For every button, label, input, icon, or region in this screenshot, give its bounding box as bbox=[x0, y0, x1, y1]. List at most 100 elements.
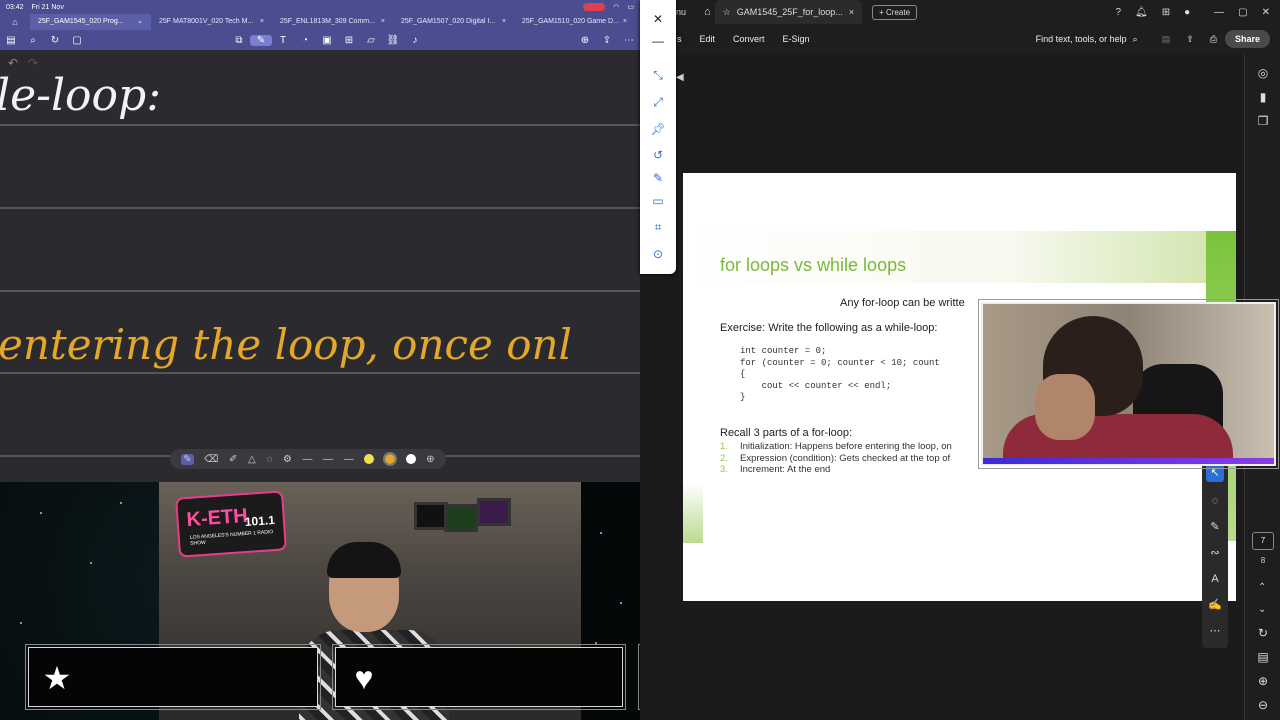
search-icon[interactable]: ⌕ bbox=[22, 35, 44, 46]
close-icon[interactable]: × bbox=[502, 14, 506, 30]
close-icon[interactable]: ✕ bbox=[648, 10, 668, 28]
tab-document[interactable]: ☆ GAM1545_25F_for_loop... × bbox=[714, 0, 863, 24]
minimize-icon[interactable]: — bbox=[1214, 7, 1224, 18]
prev-page-icon[interactable]: ⌃ bbox=[1258, 582, 1266, 593]
color-yellow-icon[interactable] bbox=[364, 454, 375, 464]
tab-doc-4[interactable]: 25F_GAM1507_020 Digital I... × bbox=[393, 14, 514, 30]
expand-icon[interactable]: ⤢ bbox=[648, 93, 668, 111]
home-icon[interactable]: ⌂ bbox=[0, 17, 30, 27]
eraser-icon[interactable]: ⌫ bbox=[204, 454, 218, 465]
bookmark-icon[interactable]: ▢ bbox=[66, 35, 88, 46]
slide-exercise: Exercise: Write the following as a while… bbox=[720, 322, 938, 334]
close-icon[interactable]: × bbox=[623, 14, 627, 30]
undo-icon[interactable]: ↺ bbox=[648, 146, 668, 164]
highlighter-icon[interactable]: ✐ bbox=[229, 454, 237, 465]
sign-icon[interactable]: ✍ bbox=[1206, 596, 1224, 614]
ruled-line bbox=[0, 372, 640, 374]
page-number-input[interactable]: 7 bbox=[1252, 532, 1274, 550]
home-icon[interactable]: ⌂ bbox=[704, 6, 711, 18]
rotate-icon[interactable]: ↻ bbox=[1253, 626, 1273, 644]
tab-doc-3[interactable]: 25F_ENL1813M_309 Comm... × bbox=[272, 14, 393, 30]
pencil-icon[interactable]: ✎ bbox=[648, 169, 668, 187]
scan-icon[interactable]: ⧉ bbox=[228, 35, 250, 46]
elements-icon[interactable]: ⊞ bbox=[338, 35, 360, 46]
link-icon[interactable]: ⛓ bbox=[382, 35, 404, 46]
laser-icon[interactable]: ⚙ bbox=[283, 454, 292, 465]
shapes-icon[interactable]: ◔ bbox=[294, 35, 316, 46]
shrink-icon[interactable]: ⤡ bbox=[648, 66, 668, 84]
menu-item-edit[interactable]: Edit bbox=[691, 34, 725, 44]
pen-mode-icon[interactable]: ✎ bbox=[250, 34, 272, 46]
draw-icon[interactable]: ∾ bbox=[1206, 544, 1224, 562]
maximize-icon[interactable]: ▢ bbox=[1238, 7, 1247, 18]
star-dot bbox=[90, 562, 92, 564]
collapse-arrow-icon[interactable]: ◀ bbox=[676, 72, 684, 83]
page-info-icon[interactable]: ▤ bbox=[1253, 650, 1273, 668]
list-text: Initialization: Happens before entering … bbox=[740, 441, 952, 452]
comment-tool-icon[interactable]: ◌ bbox=[1206, 492, 1224, 510]
minimize-icon[interactable]: — bbox=[648, 32, 668, 50]
lasso-icon[interactable]: ◌ bbox=[266, 454, 272, 465]
menu-label[interactable]: nu bbox=[676, 7, 686, 17]
thick-stroke-icon[interactable]: — bbox=[344, 454, 354, 465]
menu-item-convert[interactable]: Convert bbox=[724, 34, 774, 44]
close-icon[interactable]: × bbox=[381, 14, 385, 30]
share-icon[interactable]: ↻ bbox=[44, 35, 66, 46]
star-tab-icon[interactable]: ☆ bbox=[723, 7, 731, 18]
redo-icon[interactable]: ↷ bbox=[28, 56, 38, 70]
studio-monitor bbox=[444, 504, 478, 532]
shape-tool-icon[interactable]: △ bbox=[248, 454, 256, 465]
zoom-out-icon[interactable]: ⊖ bbox=[1253, 698, 1273, 716]
tab-doc-5[interactable]: 25F_GAM1510_020 Game D... × bbox=[514, 14, 635, 30]
share-button[interactable]: Share bbox=[1224, 30, 1270, 48]
add-color-icon[interactable]: ⊕ bbox=[426, 454, 434, 465]
apps-icon[interactable]: ⊞ bbox=[1162, 7, 1170, 18]
pages-icon[interactable]: ❐ bbox=[1253, 114, 1273, 132]
highlight-icon[interactable]: ✎ bbox=[1206, 518, 1224, 536]
close-icon[interactable]: × bbox=[260, 14, 264, 30]
export-icon[interactable]: ⇪ bbox=[596, 35, 618, 46]
note-canvas[interactable]: ↶ ↷ le-loop: entering the loop, once onl bbox=[0, 50, 640, 482]
add-page-icon[interactable]: ⊕ bbox=[574, 35, 596, 46]
medium-stroke-icon[interactable]: — bbox=[323, 454, 333, 465]
print-icon[interactable]: ⎙ bbox=[1210, 34, 1217, 45]
tab-label: 25F_GAM1545_020 Prog... bbox=[38, 18, 124, 25]
tab-doc-2[interactable]: 25F MAT8001V_020 Tech M... × bbox=[151, 14, 272, 30]
create-button[interactable]: + Create bbox=[872, 4, 918, 20]
image-icon[interactable]: ▣ bbox=[316, 35, 338, 46]
help-icon[interactable]: ? bbox=[1115, 7, 1121, 18]
color-white-icon[interactable] bbox=[405, 454, 416, 464]
window-icon[interactable]: ▭ bbox=[648, 192, 668, 210]
bell-icon[interactable]: 🔔︎ bbox=[1135, 7, 1148, 18]
select-icon[interactable]: ↖ bbox=[1206, 464, 1224, 482]
more-icon[interactable]: ⋯ bbox=[618, 35, 640, 46]
color-orange-icon[interactable] bbox=[382, 452, 397, 466]
audio-icon[interactable]: ♪ bbox=[404, 35, 426, 46]
sidebar-icon[interactable]: ▤ bbox=[0, 35, 22, 46]
comment-icon[interactable]: ◎ bbox=[1253, 66, 1273, 84]
text-box-icon[interactable]: A bbox=[1206, 570, 1224, 588]
thin-stroke-icon[interactable]: — bbox=[303, 454, 313, 465]
avatar[interactable]: ● bbox=[1184, 7, 1190, 18]
sticky-note-icon[interactable]: ▱ bbox=[360, 35, 382, 46]
close-window-icon[interactable]: ✕ bbox=[1262, 7, 1270, 18]
menu-item-esign[interactable]: E-Sign bbox=[774, 34, 819, 44]
find-box[interactable]: Find text, tools, or help ⌕ ▤ ⇧ ⎙ bbox=[1036, 34, 1217, 45]
tab-doc-1[interactable]: 25F_GAM1545_020 Prog... ⌄ bbox=[30, 14, 151, 30]
chevron-down-icon[interactable]: ⌄ bbox=[137, 14, 143, 30]
crop-icon[interactable]: ⌗ bbox=[648, 218, 668, 236]
search-icon[interactable]: ⌕ bbox=[1133, 34, 1138, 45]
upload-icon[interactable]: ⇧ bbox=[1186, 34, 1194, 45]
target-icon[interactable]: ⊙ bbox=[648, 245, 668, 263]
pen-tool-icon[interactable]: ✎ bbox=[181, 453, 194, 465]
bookmark-panel-icon[interactable]: ▮ bbox=[1253, 90, 1273, 108]
close-icon[interactable]: × bbox=[849, 7, 854, 17]
zoom-in-icon[interactable]: ⊕ bbox=[1253, 674, 1273, 692]
more-icon[interactable]: ⋯ bbox=[1206, 622, 1224, 640]
document-tabs: ⌂ 25F_GAM1545_020 Prog... ⌄ 25F MAT8001V_… bbox=[0, 14, 640, 30]
text-icon[interactable]: T bbox=[272, 35, 294, 46]
undo-icon[interactable]: ↶ bbox=[8, 56, 18, 70]
save-icon[interactable]: ▤ bbox=[1162, 34, 1171, 45]
next-page-icon[interactable]: ⌄ bbox=[1258, 604, 1266, 615]
pin-icon[interactable]: 📌︎ bbox=[648, 120, 668, 138]
